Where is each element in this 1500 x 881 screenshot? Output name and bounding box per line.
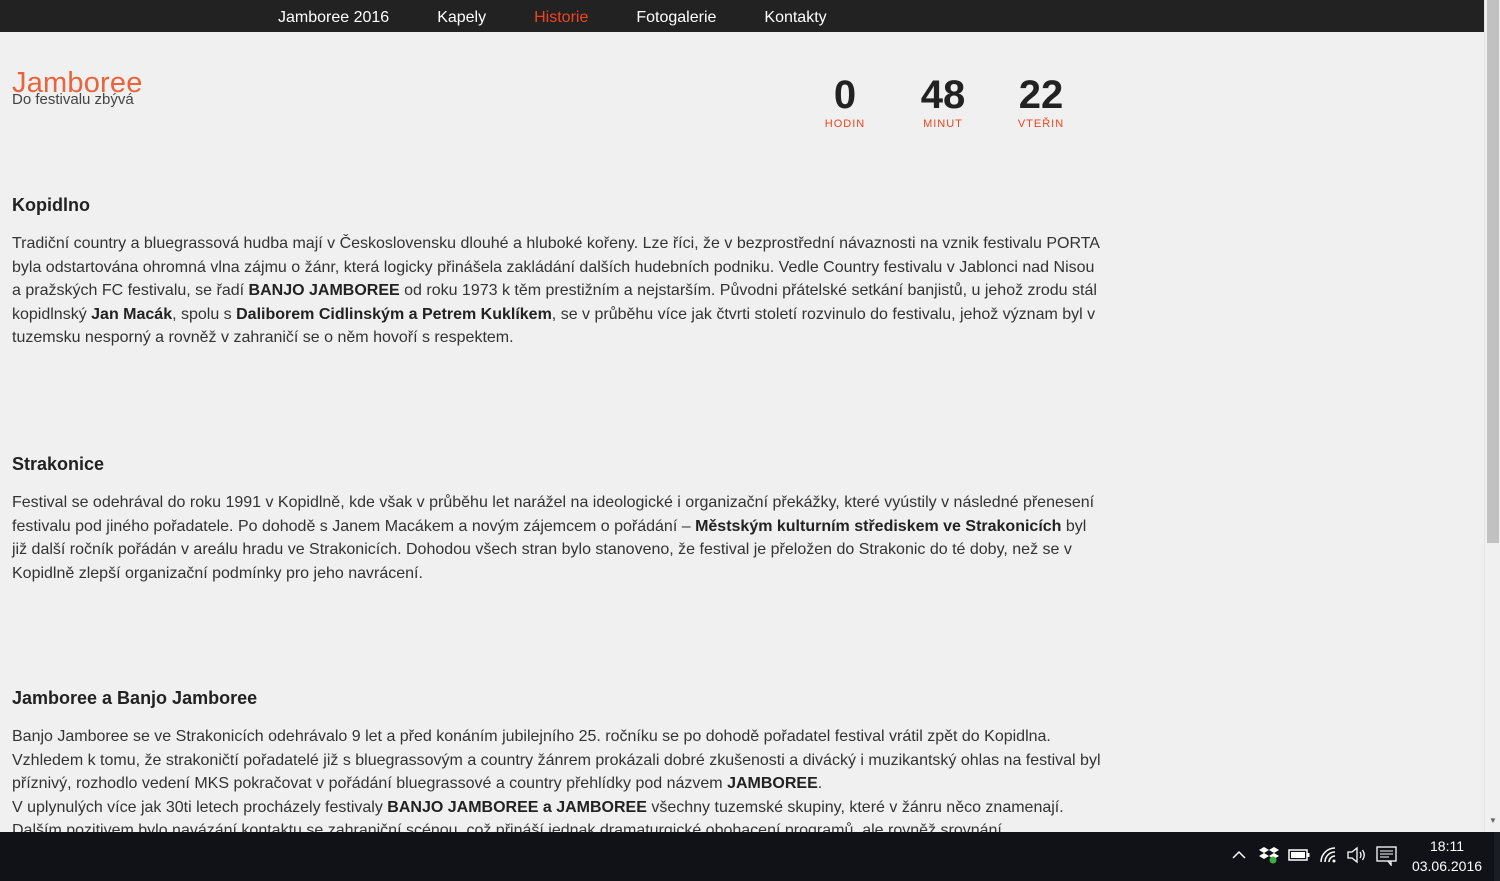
nav-item-kontakty[interactable]: Kontakty [764, 0, 826, 32]
countdown-minutes: 48 MINUT [898, 72, 988, 130]
taskbar-clock[interactable]: 18:11 03.06.2016 [1406, 836, 1488, 876]
countdown-seconds: 22 VTEŘIN [996, 72, 1086, 130]
section-title-strakonice: Strakonice [12, 454, 105, 474]
nav-item-kapely[interactable]: Kapely [437, 0, 486, 32]
scroll-down-arrow-icon[interactable]: ▼ [1488, 816, 1498, 826]
action-center-icon[interactable] [1376, 846, 1398, 867]
wifi-icon[interactable] [1318, 846, 1340, 866]
brand-subtitle: Do festivalu zbývá [12, 91, 134, 108]
section-text-strakonice: Festival se odehrával do roku 1991 v Kop… [12, 494, 1095, 582]
section-title-kopidlno: Kopidlno [12, 195, 90, 215]
nav-item-fotogalerie[interactable]: Fotogalerie [636, 0, 716, 32]
browser-viewport: Jamboree 2016 Kapely Historie Fotogaleri… [0, 0, 1484, 832]
top-navigation: Jamboree 2016 Kapely Historie Fotogaleri… [0, 0, 1484, 32]
nav-item-historie[interactable]: Historie [534, 0, 588, 32]
countdown-seconds-value: 22 [1018, 73, 1064, 117]
section-text-kopidlno: Tradiční country a bluegrassová hudba ma… [12, 235, 1100, 347]
countdown-hours-label: HODIN [824, 118, 866, 130]
dropbox-icon[interactable] [1258, 846, 1280, 866]
show-desktop-button[interactable] [1494, 832, 1500, 881]
brand-block: Jamboree Do festivalu zbývá [12, 66, 143, 110]
section-text-jamboree: Banjo Jamboree se ve Strakonicích odehrá… [12, 728, 1101, 832]
nav-item-jamboree-2016[interactable]: Jamboree 2016 [278, 0, 389, 32]
countdown-hours: 0 HODIN [800, 72, 890, 130]
countdown-minutes-label: MINUT [923, 118, 963, 130]
nav-list: Jamboree 2016 Kapely Historie Fotogaleri… [278, 0, 875, 32]
countdown-seconds-label: VTEŘIN [1017, 118, 1065, 130]
scroll-thumb[interactable] [1487, 0, 1499, 543]
battery-icon[interactable] [1288, 846, 1310, 866]
clock-time: 18:11 [1430, 838, 1464, 854]
vertical-scrollbar[interactable]: ▲ ▼ [1484, 0, 1500, 832]
show-hidden-icons-chevron-icon[interactable] [1228, 846, 1250, 866]
countdown-hours-value: 0 [833, 73, 857, 117]
clock-date: 03.06.2016 [1411, 858, 1483, 874]
section-title-jamboree: Jamboree a Banjo Jamboree [12, 688, 258, 708]
countdown-minutes-value: 48 [920, 73, 966, 117]
volume-icon[interactable] [1346, 846, 1368, 866]
